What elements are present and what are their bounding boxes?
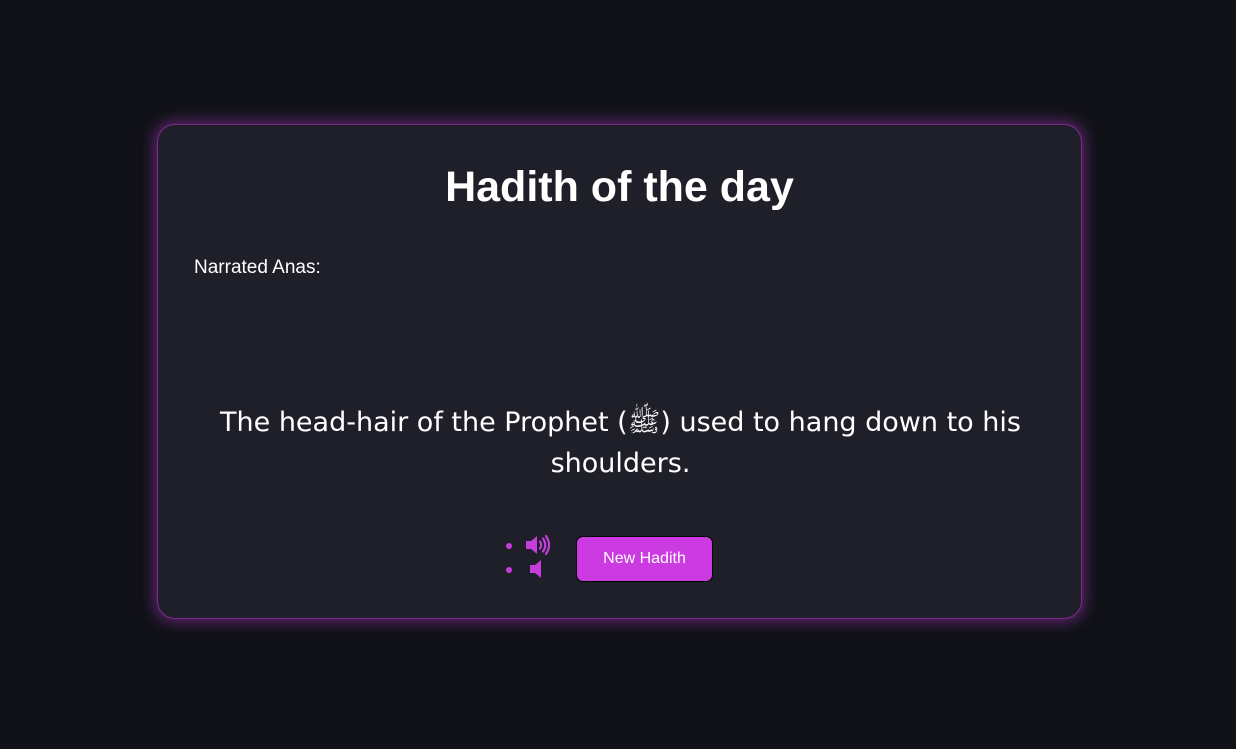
hadith-card: Hadith of the day Narrated Anas: The hea…	[157, 124, 1082, 619]
narrator-label: Narrated Anas:	[194, 257, 321, 278]
audio-on-option[interactable]	[504, 534, 554, 556]
volume-on-icon	[526, 534, 551, 556]
audio-off-option[interactable]	[504, 558, 554, 580]
new-hadith-button[interactable]: New Hadith	[576, 536, 713, 582]
audio-off-radio[interactable]	[506, 567, 512, 573]
audio-toggle	[504, 534, 554, 584]
hadith-text: The head-hair of the Prophet (ﷺ) used to…	[220, 407, 1021, 479]
audio-on-radio[interactable]	[506, 543, 512, 549]
card-title: Hadith of the day	[445, 163, 794, 211]
volume-off-icon	[530, 560, 541, 578]
